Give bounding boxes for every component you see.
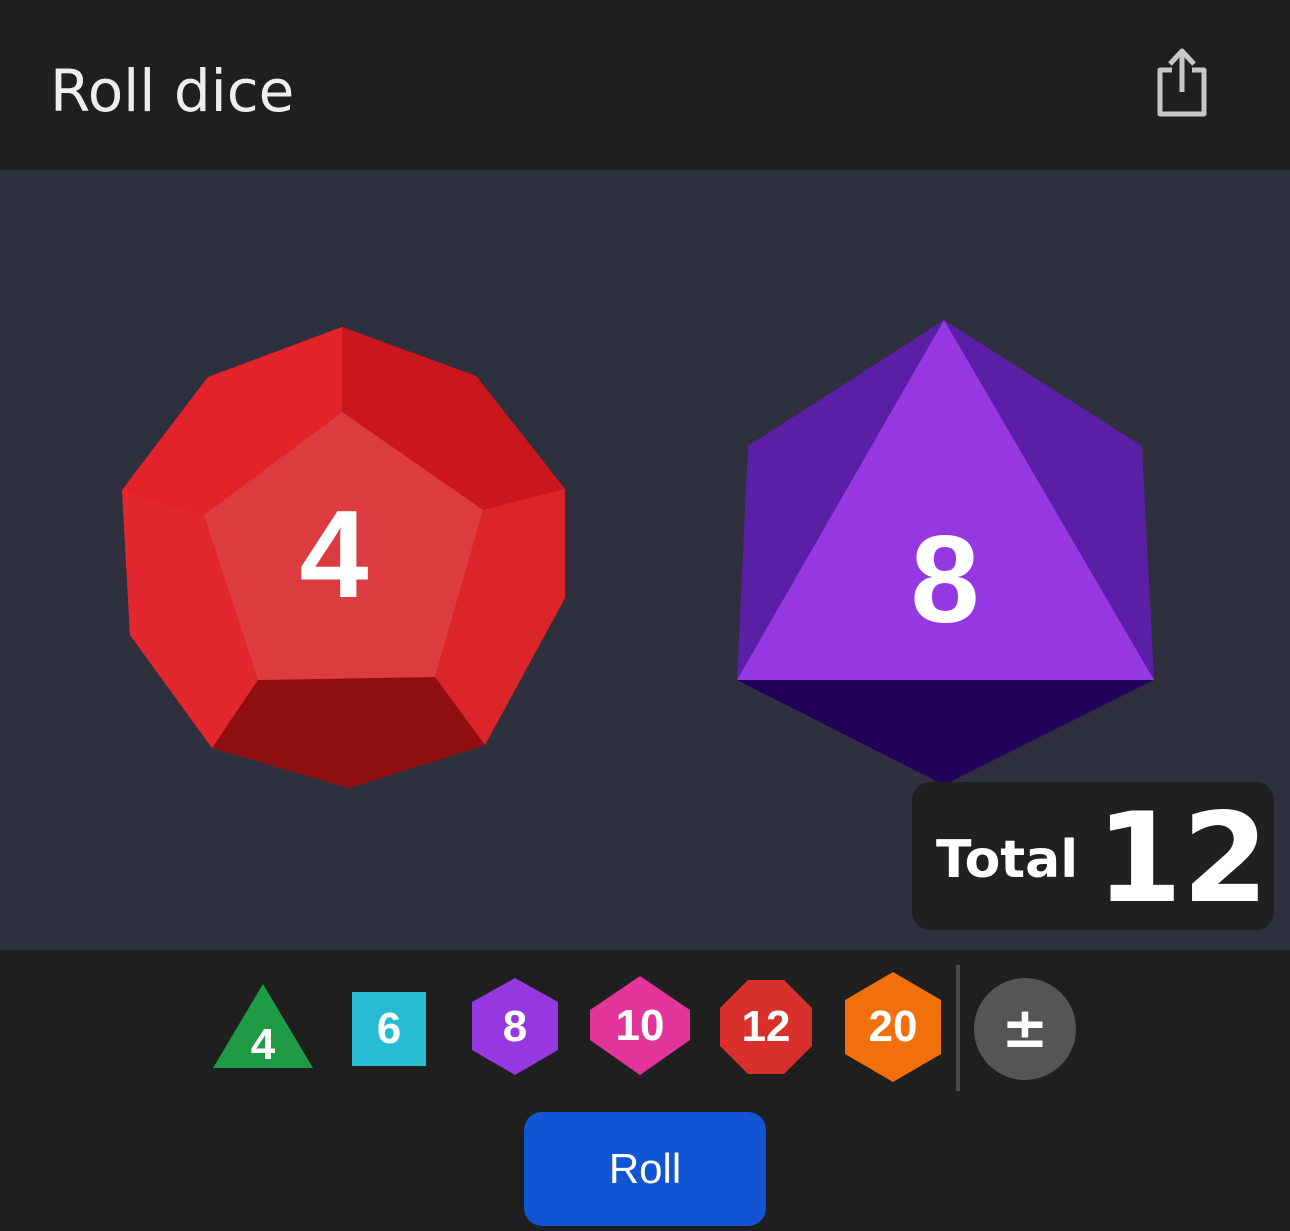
dice-toolbar: 4 6 8 10 12 20 ± Roll — [0, 950, 1290, 1231]
total-value: 12 — [1096, 787, 1269, 931]
d8-button-label: 8 — [502, 1002, 528, 1051]
page-title: Roll dice — [50, 57, 295, 125]
modifier-button[interactable]: ± — [974, 978, 1076, 1080]
total-panel: Total 12 — [912, 782, 1274, 930]
d6-button-label: 6 — [376, 1004, 402, 1053]
dice-roller-app: Roll dice 4 8 Total 12 4 6 8 10 12 20 ± … — [0, 0, 1290, 1231]
dice-stage: 4 8 Total 12 — [0, 170, 1290, 950]
d6-button[interactable]: 6 — [352, 992, 426, 1066]
toolbar-divider — [956, 965, 960, 1091]
d4-button-label: 4 — [250, 1020, 276, 1069]
header-bar: Roll dice — [0, 0, 1290, 170]
d20-button[interactable]: 20 — [844, 972, 942, 1082]
d12-button[interactable]: 12 — [718, 978, 814, 1076]
d10-button[interactable]: 10 — [588, 976, 692, 1076]
d10-button-label: 10 — [615, 1001, 665, 1050]
d8-button[interactable]: 8 — [470, 978, 560, 1076]
d8-result-value: 8 — [910, 511, 980, 649]
d8-result-die: 8 — [735, 320, 1155, 786]
roll-button[interactable]: Roll — [524, 1112, 766, 1226]
share-icon[interactable] — [1150, 44, 1214, 118]
d12-result-die: 4 — [120, 325, 568, 789]
total-label: Total — [936, 830, 1079, 890]
d12-result-value: 4 — [299, 486, 369, 624]
d4-button[interactable]: 4 — [212, 982, 314, 1070]
d20-button-label: 20 — [868, 1002, 918, 1051]
d12-button-label: 12 — [741, 1002, 791, 1051]
